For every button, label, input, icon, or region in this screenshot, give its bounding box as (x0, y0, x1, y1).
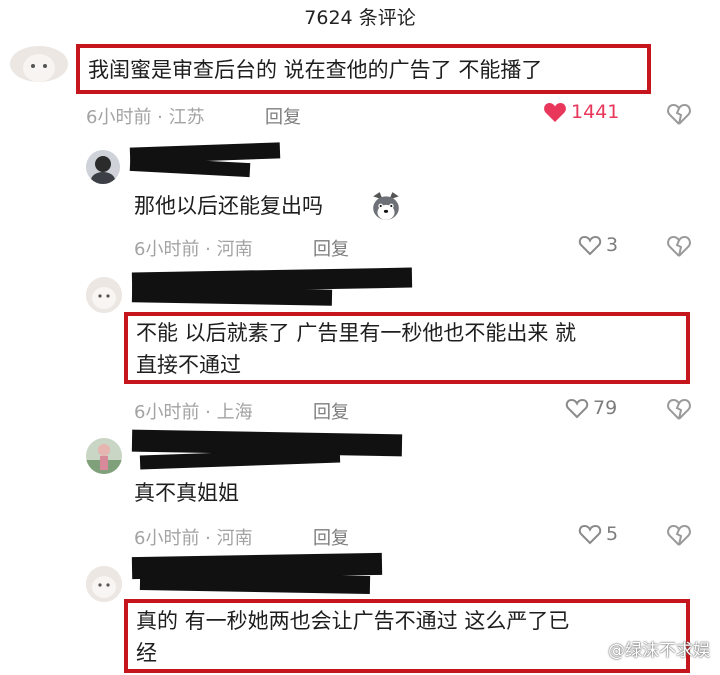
dislike-broken-heart-icon[interactable] (666, 523, 692, 547)
comment-text-line: 真的 有一秒她两也会让广告不通过 这么严了已 (136, 609, 570, 633)
like-count: 1441 (571, 101, 620, 123)
dislike-broken-heart-icon[interactable] (666, 397, 692, 421)
reply-button[interactable]: 回复 (313, 235, 349, 261)
comment-text: 真不真姐姐 (134, 481, 239, 505)
redacted-username (139, 571, 371, 595)
like-button[interactable]: 1441 (543, 101, 619, 123)
reply-button[interactable]: 回复 (313, 398, 349, 424)
avatar-image-icon (86, 566, 122, 602)
like-button[interactable]: 5 (578, 523, 618, 545)
husky-emoji-icon (373, 192, 399, 220)
watermark: @绿沫不求娱 (608, 641, 710, 661)
comments-count-title: 7624 条评论 (304, 7, 416, 29)
like-count: 5 (606, 523, 619, 545)
avatar-image-icon (86, 438, 122, 474)
comment-meta: 6小时前 · 河南 (134, 528, 253, 549)
redacted-username (131, 286, 333, 306)
comment-text: 我闺蜜是审查后台的 说在查他的广告了 不能播了 (88, 58, 543, 82)
comment-text-line: 经 (136, 641, 157, 665)
reply-button[interactable]: 回复 (313, 524, 349, 550)
comment-meta: 6小时前 · 上海 (134, 402, 253, 423)
avatar[interactable] (10, 46, 68, 82)
avatar-image-icon (86, 150, 120, 184)
like-count: 3 (606, 234, 619, 256)
like-count: 79 (593, 397, 618, 419)
comment-meta: 6小时前 · 河南 (134, 239, 253, 260)
avatar[interactable] (86, 150, 120, 184)
heart-outline-icon (565, 398, 589, 419)
avatar[interactable] (86, 566, 122, 602)
avatar-image-icon (10, 46, 68, 82)
dislike-broken-heart-icon[interactable] (666, 102, 692, 126)
avatar[interactable] (86, 438, 122, 474)
heart-filled-icon (544, 103, 566, 122)
comment-text: 那他以后还能复出吗 (134, 194, 323, 218)
avatar[interactable] (86, 277, 122, 313)
like-button[interactable]: 79 (565, 397, 617, 419)
heart-outline-icon (578, 524, 602, 545)
avatar-image-icon (86, 277, 122, 313)
heart-outline-icon (578, 235, 602, 256)
reply-button[interactable]: 回复 (265, 103, 301, 129)
comment-text-line: 不能 以后就素了 广告里有一秒他也不能出来 就 (136, 321, 577, 345)
dislike-broken-heart-icon[interactable] (666, 234, 692, 258)
comment-text-line: 直接不通过 (136, 353, 241, 377)
comment-meta: 6小时前 · 江苏 (86, 107, 205, 128)
like-button[interactable]: 3 (578, 234, 618, 256)
